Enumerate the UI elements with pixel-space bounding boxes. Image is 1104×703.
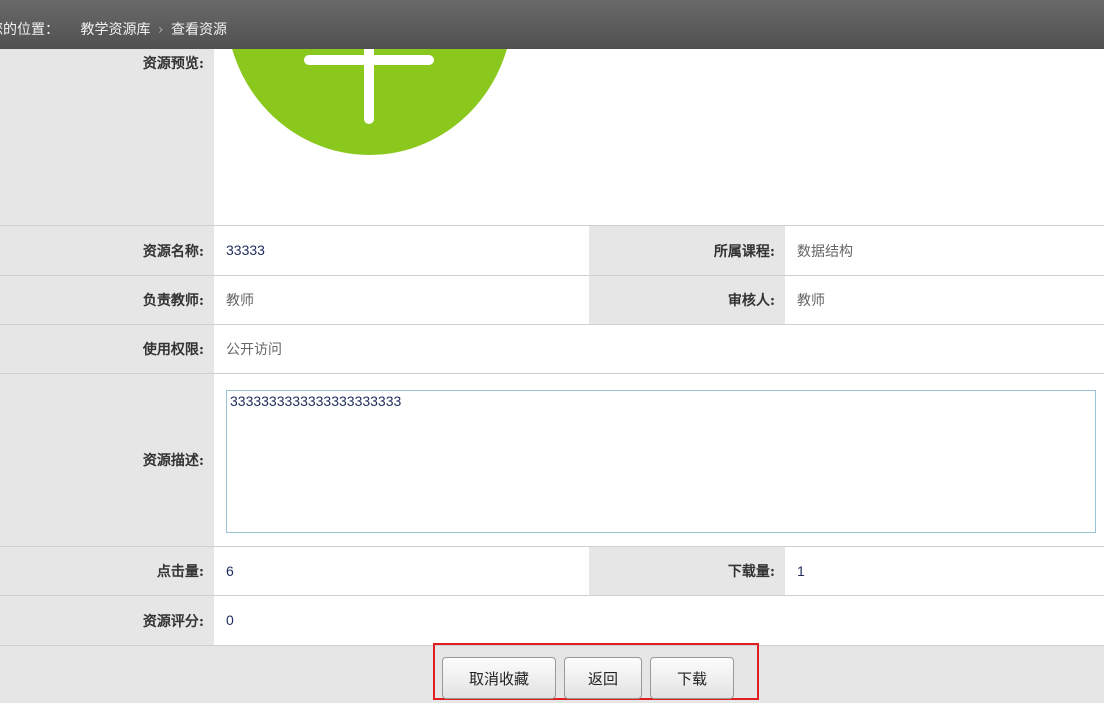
- course-value: 数据结构: [797, 244, 853, 260]
- breadcrumb-prefix: 您的位置：: [0, 22, 59, 38]
- breadcrumb-separator-icon: ›: [158, 22, 164, 38]
- teacher-label: 负责教师:: [0, 276, 214, 325]
- clicks-label: 点击量:: [0, 547, 214, 596]
- name-course-row: 资源名称: 33333 所属课程: 数据结构: [0, 226, 1104, 276]
- reviewer-label: 审核人:: [589, 276, 785, 325]
- permission-row: 使用权限: 公开访问: [0, 325, 1104, 374]
- rating-value: 0: [226, 612, 234, 628]
- permission-value: 公开访问: [226, 342, 282, 358]
- stats-row: 点击量: 6 下载量: 1: [0, 547, 1104, 596]
- breadcrumb-link-resource-library[interactable]: 教学资源库: [80, 22, 150, 38]
- preview-image: [0, 49, 1104, 221]
- breadcrumb-current-view-resource: 查看资源: [171, 22, 227, 38]
- description-textarea[interactable]: [226, 390, 1096, 533]
- downloads-value: 1: [797, 563, 805, 579]
- back-button[interactable]: 返回: [564, 657, 642, 699]
- unfavorite-button[interactable]: 取消收藏: [442, 657, 556, 699]
- permission-label: 使用权限:: [0, 325, 214, 374]
- rating-row: 资源评分: 0: [0, 596, 1104, 646]
- download-button[interactable]: 下载: [650, 657, 734, 699]
- plus-icon: [0, 49, 1104, 221]
- course-label: 所属课程:: [589, 226, 785, 276]
- reviewer-value: 教师: [797, 293, 825, 309]
- teacher-reviewer-row: 负责教师: 教师 审核人: 教师: [0, 276, 1104, 325]
- resource-name-label: 资源名称:: [0, 226, 214, 276]
- downloads-label: 下载量:: [589, 547, 785, 596]
- breadcrumb-bar: 您的位置： 教学资源库 › 查看资源: [0, 0, 1104, 49]
- resource-name-value: 33333: [226, 242, 265, 258]
- breadcrumb: 您的位置： 教学资源库 › 查看资源: [0, 0, 227, 49]
- rating-label: 资源评分:: [0, 596, 214, 646]
- description-label: 资源描述:: [0, 374, 214, 547]
- description-row: 资源描述:: [0, 374, 1104, 547]
- clicks-value: 6: [226, 563, 234, 579]
- teacher-value: 教师: [226, 293, 254, 309]
